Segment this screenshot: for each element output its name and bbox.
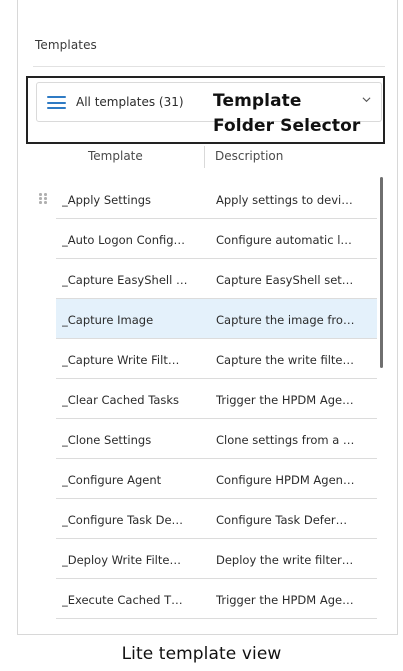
table-row[interactable]: _Apply Settings Apply settings to devi…: [39, 179, 377, 219]
template-name-cell: _Configure Task De…: [62, 513, 184, 527]
template-description-cell: Capture EasyShell set…: [216, 273, 354, 287]
template-name-cell: _Capture Image: [62, 313, 154, 327]
template-name-cell: _Auto Logon Config…: [62, 233, 186, 247]
table-row[interactable]: _Capture Write Filt… Capture the write fi…: [56, 339, 377, 379]
column-divider[interactable]: [204, 146, 205, 168]
template-description-cell: Deploy the write filter…: [216, 553, 354, 567]
template-description-cell: Capture the image fro…: [216, 313, 355, 327]
template-description-cell: Configure Task Defer…: [216, 513, 348, 527]
table-row[interactable]: _Auto Logon Config… Configure automatic l…: [56, 219, 377, 259]
template-name-cell: _Capture EasyShell …: [62, 273, 188, 287]
table-row[interactable]: _Clear Cached Tasks Trigger the HPDM Age…: [56, 379, 377, 419]
vertical-scrollbar[interactable]: [380, 177, 383, 368]
template-name-cell: _Capture Write Filt…: [62, 353, 180, 367]
section-title: Templates: [35, 38, 97, 52]
template-description-cell: Apply settings to devi…: [216, 193, 353, 207]
column-header-description[interactable]: Description: [215, 149, 283, 163]
template-description-cell: Configure HPDM Agen…: [216, 473, 355, 487]
title-divider: [33, 66, 385, 67]
template-name-cell: _Execute Cached T…: [62, 593, 183, 607]
column-header-template[interactable]: Template: [88, 149, 143, 163]
template-description-cell: Trigger the HPDM Age…: [216, 593, 354, 607]
table-row[interactable]: _Execute Cached T… Trigger the HPDM Age…: [56, 579, 377, 619]
template-description-cell: Capture the write filte…: [216, 353, 354, 367]
template-name-cell: _Deploy Write Filte…: [62, 553, 181, 567]
template-name-cell: _Clone Settings: [62, 433, 152, 447]
template-name-cell: _Configure Agent: [62, 473, 162, 487]
template-name-cell: _Apply Settings: [62, 193, 152, 207]
table-row[interactable]: _Deploy Write Filte… Deploy the write fil…: [56, 539, 377, 579]
annotation-callout-label: Template Folder Selector: [213, 91, 361, 136]
table-row[interactable]: _Configure Agent Configure HPDM Agen…: [56, 459, 377, 499]
table-row[interactable]: _Capture Image Capture the image fro…: [56, 299, 377, 339]
table-row[interactable]: _Clone Settings Clone settings from a …: [56, 419, 377, 459]
template-description-cell: Trigger the HPDM Age…: [216, 393, 354, 407]
drag-handle-icon[interactable]: [39, 193, 51, 205]
templates-list: _Apply Settings Apply settings to devi… _A…: [39, 179, 377, 619]
figure-caption: Lite template view: [121, 644, 282, 664]
table-row[interactable]: _Capture EasyShell … Capture EasyShell se…: [56, 259, 377, 299]
table-row[interactable]: _Configure Task De… Configure Task Defer…: [56, 499, 377, 539]
template-description-cell: Configure automatic l…: [216, 233, 352, 247]
template-name-cell: _Clear Cached Tasks: [62, 393, 180, 407]
template-description-cell: Clone settings from a …: [216, 433, 355, 447]
